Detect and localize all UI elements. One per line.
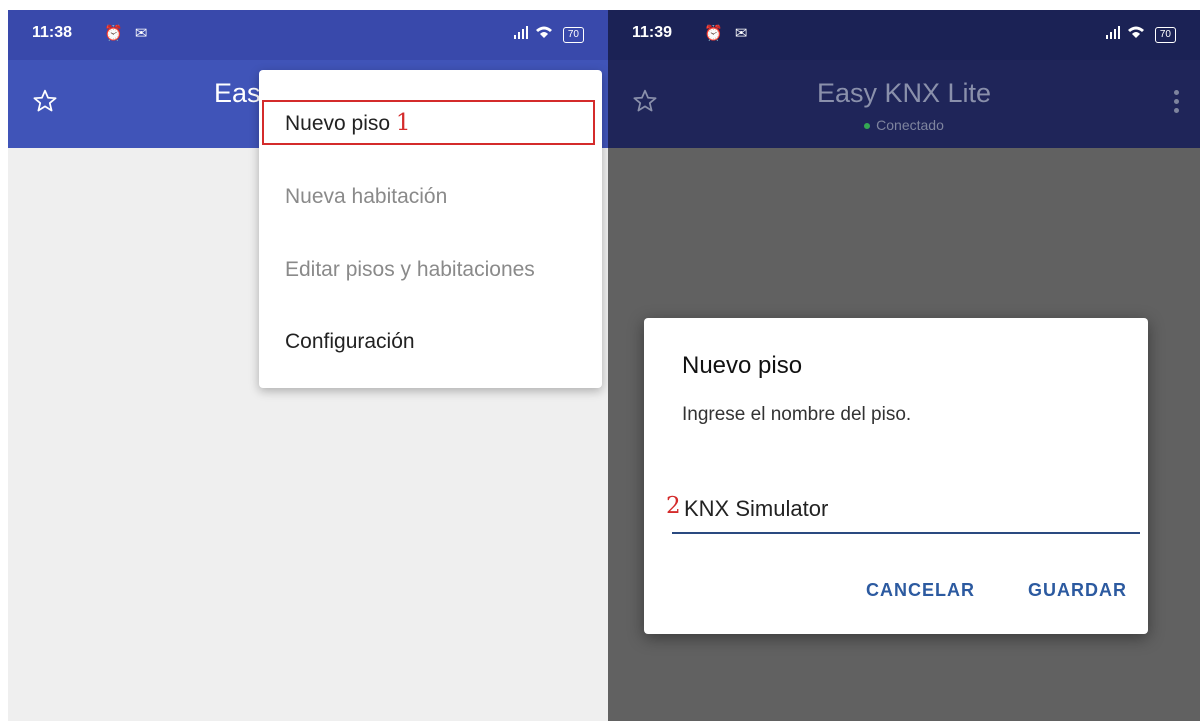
left-screen: 11:38 ⏰ ✉ 70 Eas Nuevo piso 1 Nueva habi… [8,10,608,721]
signal-icon [514,26,529,39]
status-bar: 11:38 ⏰ ✉ 70 [8,10,608,60]
menu-item-nueva-habitacion[interactable]: Nueva habitación [285,185,447,209]
more-vert-icon[interactable] [1174,90,1180,117]
menu-item-nuevo-piso[interactable]: Nuevo piso 1 [285,110,411,136]
wifi-icon [1127,26,1144,38]
app-title: Eas [214,78,261,108]
wifi-icon [535,26,552,38]
status-time: 11:39 [632,24,673,41]
connected-dot-icon [864,123,871,130]
right-screen: 11:39 ⏰ ✉ 70 Easy KNX Lite Conectado Nue… [608,10,1200,721]
battery-icon: 70 [1154,27,1176,43]
floor-name-input[interactable]: 2 KNX Simulator [666,490,1140,534]
annotation-number: 2 [666,493,681,519]
app-title: Easy KNX Lite [816,78,992,108]
dialog-title: Nuevo piso [682,352,803,379]
overflow-menu: Nuevo piso 1 Nueva habitación Editar pis… [259,70,602,388]
star-icon[interactable] [32,88,58,114]
menu-item-editar-pisos[interactable]: Editar pisos y habitaciones [285,258,535,282]
status-right-icons: 70 [513,24,584,43]
floor-name-value: KNX Simulator [684,496,829,521]
status-right-icons: 70 [1105,24,1176,43]
status-bar: 11:39 ⏰ ✉ 70 [608,10,1200,60]
status-time: 11:38 [32,24,73,41]
app-bar: Easy KNX Lite Conectado [608,60,1200,148]
dialog-message: Ingrese el nombre del piso. [682,404,912,425]
connection-status: Conectado [608,117,1200,133]
new-floor-dialog: Nuevo piso Ingrese el nombre del piso. 2… [644,318,1148,634]
battery-icon: 70 [562,27,584,43]
cancel-button[interactable]: CANCELAR [866,580,975,601]
signal-icon [1106,26,1121,39]
menu-item-configuracion[interactable]: Configuración [285,330,415,354]
status-notification-icons: ⏰ ✉ [104,25,152,42]
connection-status-label: Conectado [876,117,944,133]
status-notification-icons: ⏰ ✉ [704,25,752,42]
menu-item-label: Nuevo piso [285,112,391,135]
save-button[interactable]: GUARDAR [1028,580,1127,601]
annotation-number: 1 [395,110,411,136]
